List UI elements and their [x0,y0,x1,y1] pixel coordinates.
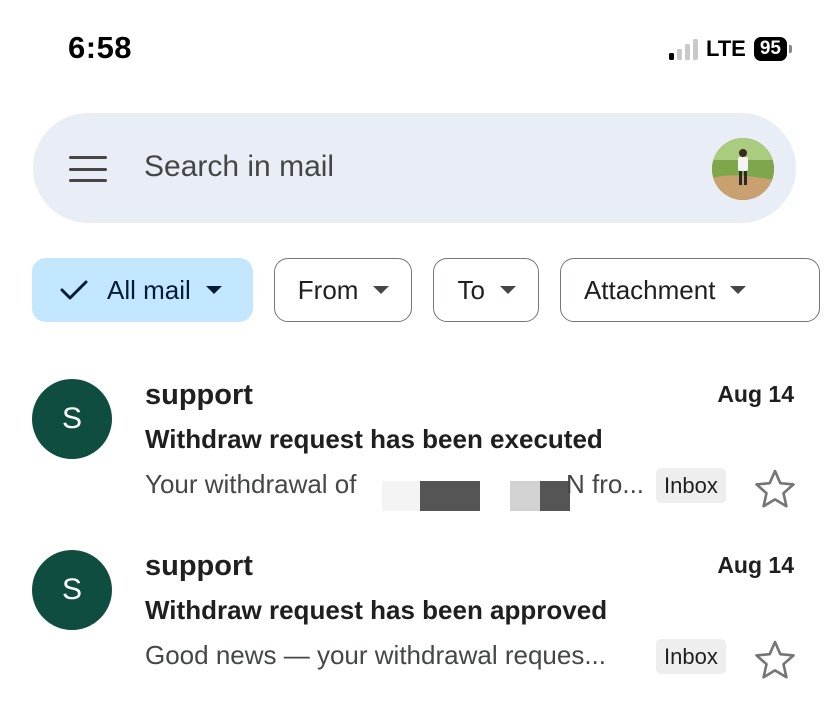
inbox-label: Inbox [656,468,726,503]
email-sender: support [145,550,253,582]
filter-chips: All mail From To Attachment [32,258,820,322]
chevron-down-icon [373,286,390,294]
sender-avatar: S [32,550,112,630]
redaction-block [420,481,480,511]
search-bar[interactable]: Search in mail [33,113,796,223]
chip-to[interactable]: To [433,258,539,322]
email-date: Aug 14 [717,552,794,578]
profile-avatar[interactable] [712,138,774,200]
email-subject: Withdraw request has been executed [145,424,603,454]
chevron-down-icon [205,286,222,294]
redaction-block [510,481,540,511]
chip-label: From [297,274,359,305]
cellular-signal-icon [668,38,698,60]
redaction-block [382,481,422,511]
chip-all-mail[interactable]: All mail [32,258,253,322]
email-date: Aug 14 [717,381,794,407]
chip-label: To [457,274,485,305]
search-input[interactable]: Search in mail [144,150,334,184]
battery-icon: 95 [753,37,792,61]
battery-level: 95 [753,37,787,61]
email-snippet-end: N fro... [566,469,645,499]
email-snippet: Good news — your withdrawal reques... [145,640,606,670]
email-list-item[interactable]: S support Aug 14 Withdraw request has be… [0,546,828,696]
chevron-down-icon [499,286,516,294]
redaction-block [480,481,510,511]
chevron-down-icon [730,286,747,294]
email-snippet-start: Your withdrawal of [145,469,357,499]
chip-label: Attachment [583,274,716,305]
chip-attachment[interactable]: Attachment [559,258,820,322]
checkmark-icon [59,278,89,302]
email-sender: support [145,379,253,411]
network-type: LTE [705,36,746,61]
chip-label: All mail [107,274,191,305]
inbox-label: Inbox [656,639,726,674]
hamburger-menu-icon[interactable] [69,156,107,182]
status-indicators: LTE 95 [668,36,792,62]
star-icon[interactable] [754,639,796,681]
sender-avatar: S [32,379,112,459]
email-snippet: Your withdrawal of [145,469,357,500]
status-time: 6:58 [68,30,133,65]
chip-from[interactable]: From [273,258,413,322]
star-icon[interactable] [754,468,796,510]
email-subject: Withdraw request has been approved [145,595,608,625]
email-list-item[interactable]: S support Aug 14 Withdraw request has be… [0,375,828,525]
